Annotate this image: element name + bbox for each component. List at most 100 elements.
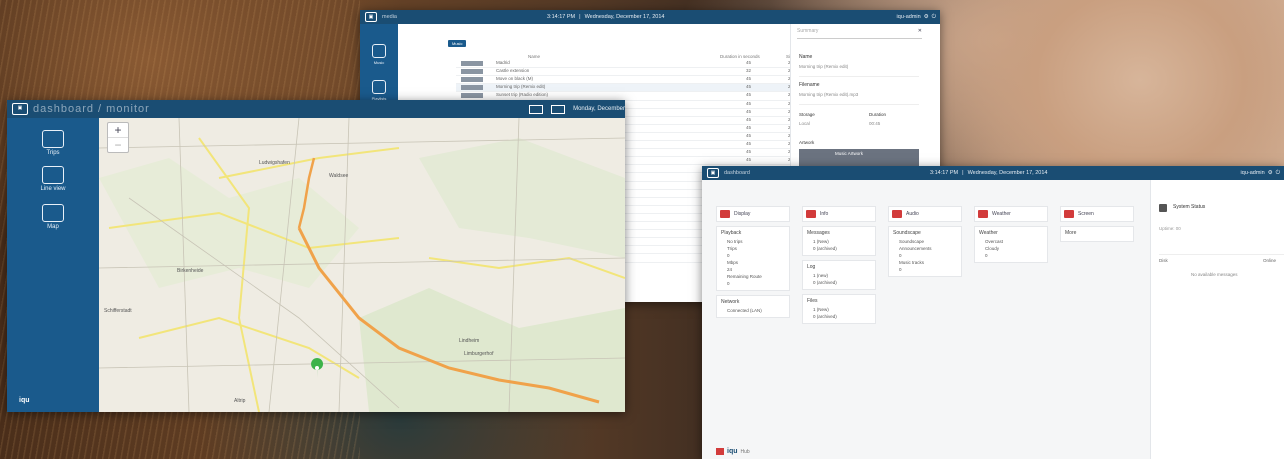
widget-card-line: 1 (New)	[813, 239, 829, 244]
widget-card-line: 1 (New)	[813, 307, 829, 312]
app-logo-icon: ▣	[12, 103, 28, 115]
widget-card-title: Files	[807, 298, 818, 304]
widget-card[interactable]: Messages 1 (New) 0 (archived)	[802, 226, 876, 256]
widget-icon	[978, 210, 988, 218]
track-thumbnail	[461, 77, 483, 83]
widget-card[interactable]: Log 1 (new) 0 (archived)	[802, 260, 876, 290]
track-thumbnail	[461, 85, 483, 91]
place-label: Altrip	[234, 398, 246, 404]
widget-card[interactable]: Playback No trips Trips 0 Mbps 24 Remaining Ro…	[716, 226, 790, 291]
filter-tag[interactable]: Music	[448, 40, 467, 47]
system-status-panel: System Status Uptime: 00 Disk Online No …	[1150, 180, 1284, 459]
sidebar-item-line-view[interactable]: Line view	[33, 166, 73, 192]
widget-card[interactable]: Weather Overcast Cloudy 0	[974, 226, 1048, 263]
sidebar-item-map[interactable]: Map	[33, 204, 73, 230]
summary-search[interactable]: Summary ✕	[797, 28, 922, 39]
status-row-label: Disk	[1159, 258, 1168, 263]
widget-header-label: Weather	[992, 211, 1011, 217]
media-clock: 3:14:17 PM	[546, 14, 576, 20]
column-header-name[interactable]: Name	[528, 54, 540, 59]
status-subtitle: Uptime: 00	[1159, 226, 1181, 231]
track-duration: 45	[746, 132, 752, 138]
power-icon[interactable]: ⏻	[932, 14, 936, 21]
widget-card-line: 1 (new)	[813, 273, 829, 278]
settings-gear-icon[interactable]: ⚙	[924, 14, 929, 20]
track-duration: 32	[746, 68, 752, 74]
divider	[1159, 254, 1284, 255]
widget-card[interactable]: Network Connected (LAN)	[716, 295, 790, 318]
monitor-screen-icon[interactable]	[529, 104, 544, 114]
sidebar-item-playlists[interactable]: Playlists	[365, 80, 393, 102]
track-name: Move on black (M)	[496, 76, 534, 82]
map-canvas	[99, 118, 625, 412]
media-user[interactable]: iqu-admin	[897, 14, 921, 20]
widget-card-line: 0 (archived)	[813, 314, 837, 319]
sidebar-item-label: Music	[373, 60, 385, 65]
media-titlebar: ▣ media 3:14:17 PM | Wednesday, December…	[360, 10, 940, 24]
widget-header-label: Display	[734, 211, 751, 217]
table-row[interactable]: Castle extension322.04	[456, 68, 801, 77]
map-view[interactable]: Birkenheide Schifferstadt Ludwigshafen L…	[99, 118, 625, 412]
monitor-list-icon[interactable]	[551, 104, 566, 114]
close-icon[interactable]: ✕	[918, 28, 922, 34]
track-thumbnail	[461, 61, 483, 66]
settings-gear-icon[interactable]: ⚙	[1268, 170, 1273, 176]
widget-header[interactable]: Screen	[1060, 206, 1134, 222]
sidebar-item-trips[interactable]: Trips	[33, 130, 73, 156]
artwork-title: Music Artwork	[835, 151, 864, 156]
detail-artwork-label: Artwork	[799, 140, 815, 145]
widget-column: Display Playback No trips Trips 0 Mbps 24 Remai…	[716, 206, 790, 322]
monitor-sidebar: Trips Line view Map iqu	[7, 118, 99, 412]
widget-card-line: 0	[899, 267, 902, 272]
table-row[interactable]: Move on black (M)452.04	[456, 76, 801, 85]
monitor-title: dashboard / monitor	[33, 103, 150, 115]
monitor-date: Monday, December	[573, 106, 625, 112]
widget-column: Screen More	[1060, 206, 1134, 246]
place-label: Ludwigshafen	[259, 160, 290, 166]
widget-card-line: Cloudy	[985, 246, 1000, 251]
dashboard-titlebar: ▣ dashboard 3:14:17 PM | Wednesday, Dece…	[702, 166, 1284, 180]
track-duration: 45	[746, 116, 752, 122]
widget-header[interactable]: Info	[802, 206, 876, 222]
sidebar-item-music[interactable]: Music	[365, 44, 393, 66]
widget-header[interactable]: Audio	[888, 206, 962, 222]
track-duration: 45	[746, 141, 752, 146]
widget-card-line: 0	[985, 253, 988, 258]
widget-card-line: Music tracks	[899, 260, 925, 265]
table-row[interactable]: Morning trip (Remix edit)452.04	[456, 84, 801, 93]
status-row-value: Online	[1263, 258, 1277, 263]
divider	[799, 76, 919, 77]
table-row[interactable]: Madrid452.04	[456, 60, 801, 69]
detail-duration-label: Duration	[869, 112, 887, 117]
widget-card[interactable]: More	[1060, 226, 1134, 242]
dashboard-user[interactable]: iqu-admin	[1241, 170, 1265, 176]
widget-header-label: Screen	[1078, 211, 1094, 217]
widget-card-title: Weather	[979, 230, 998, 236]
search-input[interactable]: Summary	[797, 28, 818, 34]
detail-duration-value: 00:45	[869, 121, 881, 126]
widget-card-line: 0	[899, 253, 902, 258]
track-name: Morning trip (Remix edit)	[496, 84, 546, 90]
widget-card[interactable]: Soundscape Soundscape Announcements 0 Music …	[888, 226, 962, 277]
trips-icon	[42, 130, 64, 148]
track-duration: 45	[746, 92, 752, 98]
track-thumbnail	[461, 69, 483, 75]
widget-card-line: 0 (archived)	[813, 280, 837, 285]
widget-header[interactable]: Weather	[974, 206, 1048, 222]
zoom-in-button[interactable]: +	[108, 123, 128, 138]
widget-card[interactable]: Files 1 (New) 0 (archived)	[802, 294, 876, 324]
column-header-duration[interactable]: Duration in seconds	[720, 54, 760, 59]
zoom-out-button[interactable]: −	[108, 138, 128, 152]
status-icon	[1159, 204, 1167, 212]
power-icon[interactable]: ⏻	[1276, 170, 1280, 177]
brand-logo: iqu	[19, 397, 30, 404]
track-duration: 45	[746, 100, 752, 106]
widget-header[interactable]: Display	[716, 206, 790, 222]
widget-card-line: Trips	[727, 246, 737, 251]
detail-storage-value: Local	[799, 121, 810, 126]
widget-card-title: Messages	[807, 230, 830, 236]
track-thumbnail	[461, 93, 483, 99]
divider	[799, 104, 919, 105]
track-duration: 45	[746, 108, 752, 114]
dashboard-date: Wednesday, December 17, 2014	[967, 170, 1048, 176]
